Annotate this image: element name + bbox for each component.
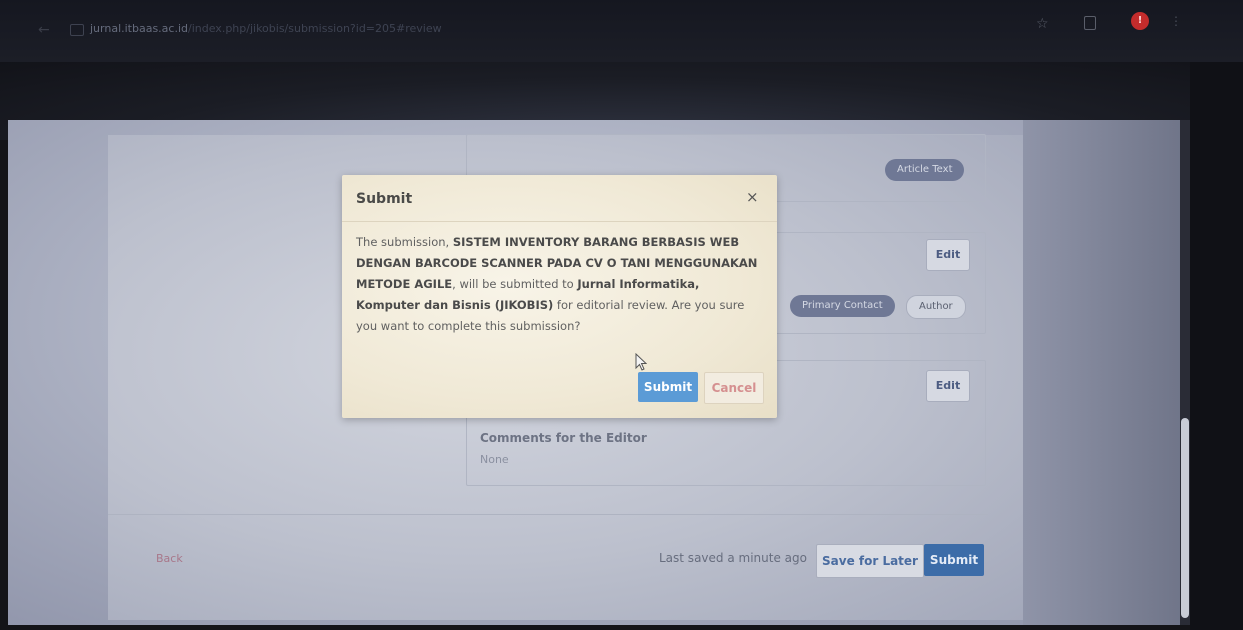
browser-toolbar: ← jurnal.itbaas.ac.id/index.php/jikobis/… [0, 0, 1243, 62]
message-mid: , will be submitted to [452, 277, 578, 291]
edit-contributors-button[interactable]: Edit [926, 239, 970, 271]
back-arrow-icon[interactable]: ← [38, 22, 50, 38]
submit-confirmation-modal: Submit × The submission, SISTEM INVENTOR… [342, 175, 777, 418]
site-info-icon[interactable] [70, 24, 84, 36]
url-path: /index.php/jikobis/submission?id=205#rev… [188, 22, 442, 35]
mouse-cursor-icon [635, 353, 647, 371]
close-icon[interactable]: × [746, 189, 759, 205]
modal-title: Submit [356, 191, 413, 207]
modal-message: The submission, SISTEM INVENTORY BARANG … [356, 232, 764, 337]
back-link[interactable]: Back [156, 552, 183, 565]
comments-for-editor-value: None [480, 453, 509, 466]
primary-contact-pill: Primary Contact [790, 295, 895, 317]
message-intro: The submission, [356, 235, 453, 249]
bookmark-star-icon[interactable]: ☆ [1036, 16, 1049, 32]
url-host: jurnal.itbaas.ac.id [90, 22, 189, 35]
last-saved-status: Last saved a minute ago [659, 551, 807, 565]
comments-for-editor-label: Comments for the Editor [480, 431, 647, 445]
edit-details-button[interactable]: Edit [926, 370, 970, 402]
browser-menu-icon[interactable]: ⋮ [1170, 14, 1182, 28]
screen-bezel [1190, 62, 1243, 630]
page-right-margin [1023, 120, 1186, 625]
address-bar[interactable]: jurnal.itbaas.ac.id/index.php/jikobis/su… [90, 22, 442, 35]
footer-divider [108, 514, 988, 515]
cancel-button[interactable]: Cancel [704, 372, 764, 404]
article-text-pill: Article Text [885, 159, 965, 181]
scrollbar-thumb[interactable] [1181, 418, 1189, 618]
submit-page-button[interactable]: Submit [924, 544, 984, 576]
save-for-later-button[interactable]: Save for Later [816, 544, 924, 578]
author-pill: Author [906, 295, 966, 319]
extensions-icon[interactable] [1084, 16, 1096, 30]
confirm-submit-button[interactable]: Submit [638, 372, 698, 402]
modal-header-divider [342, 221, 777, 222]
profile-avatar-icon[interactable]: ! [1131, 12, 1149, 30]
